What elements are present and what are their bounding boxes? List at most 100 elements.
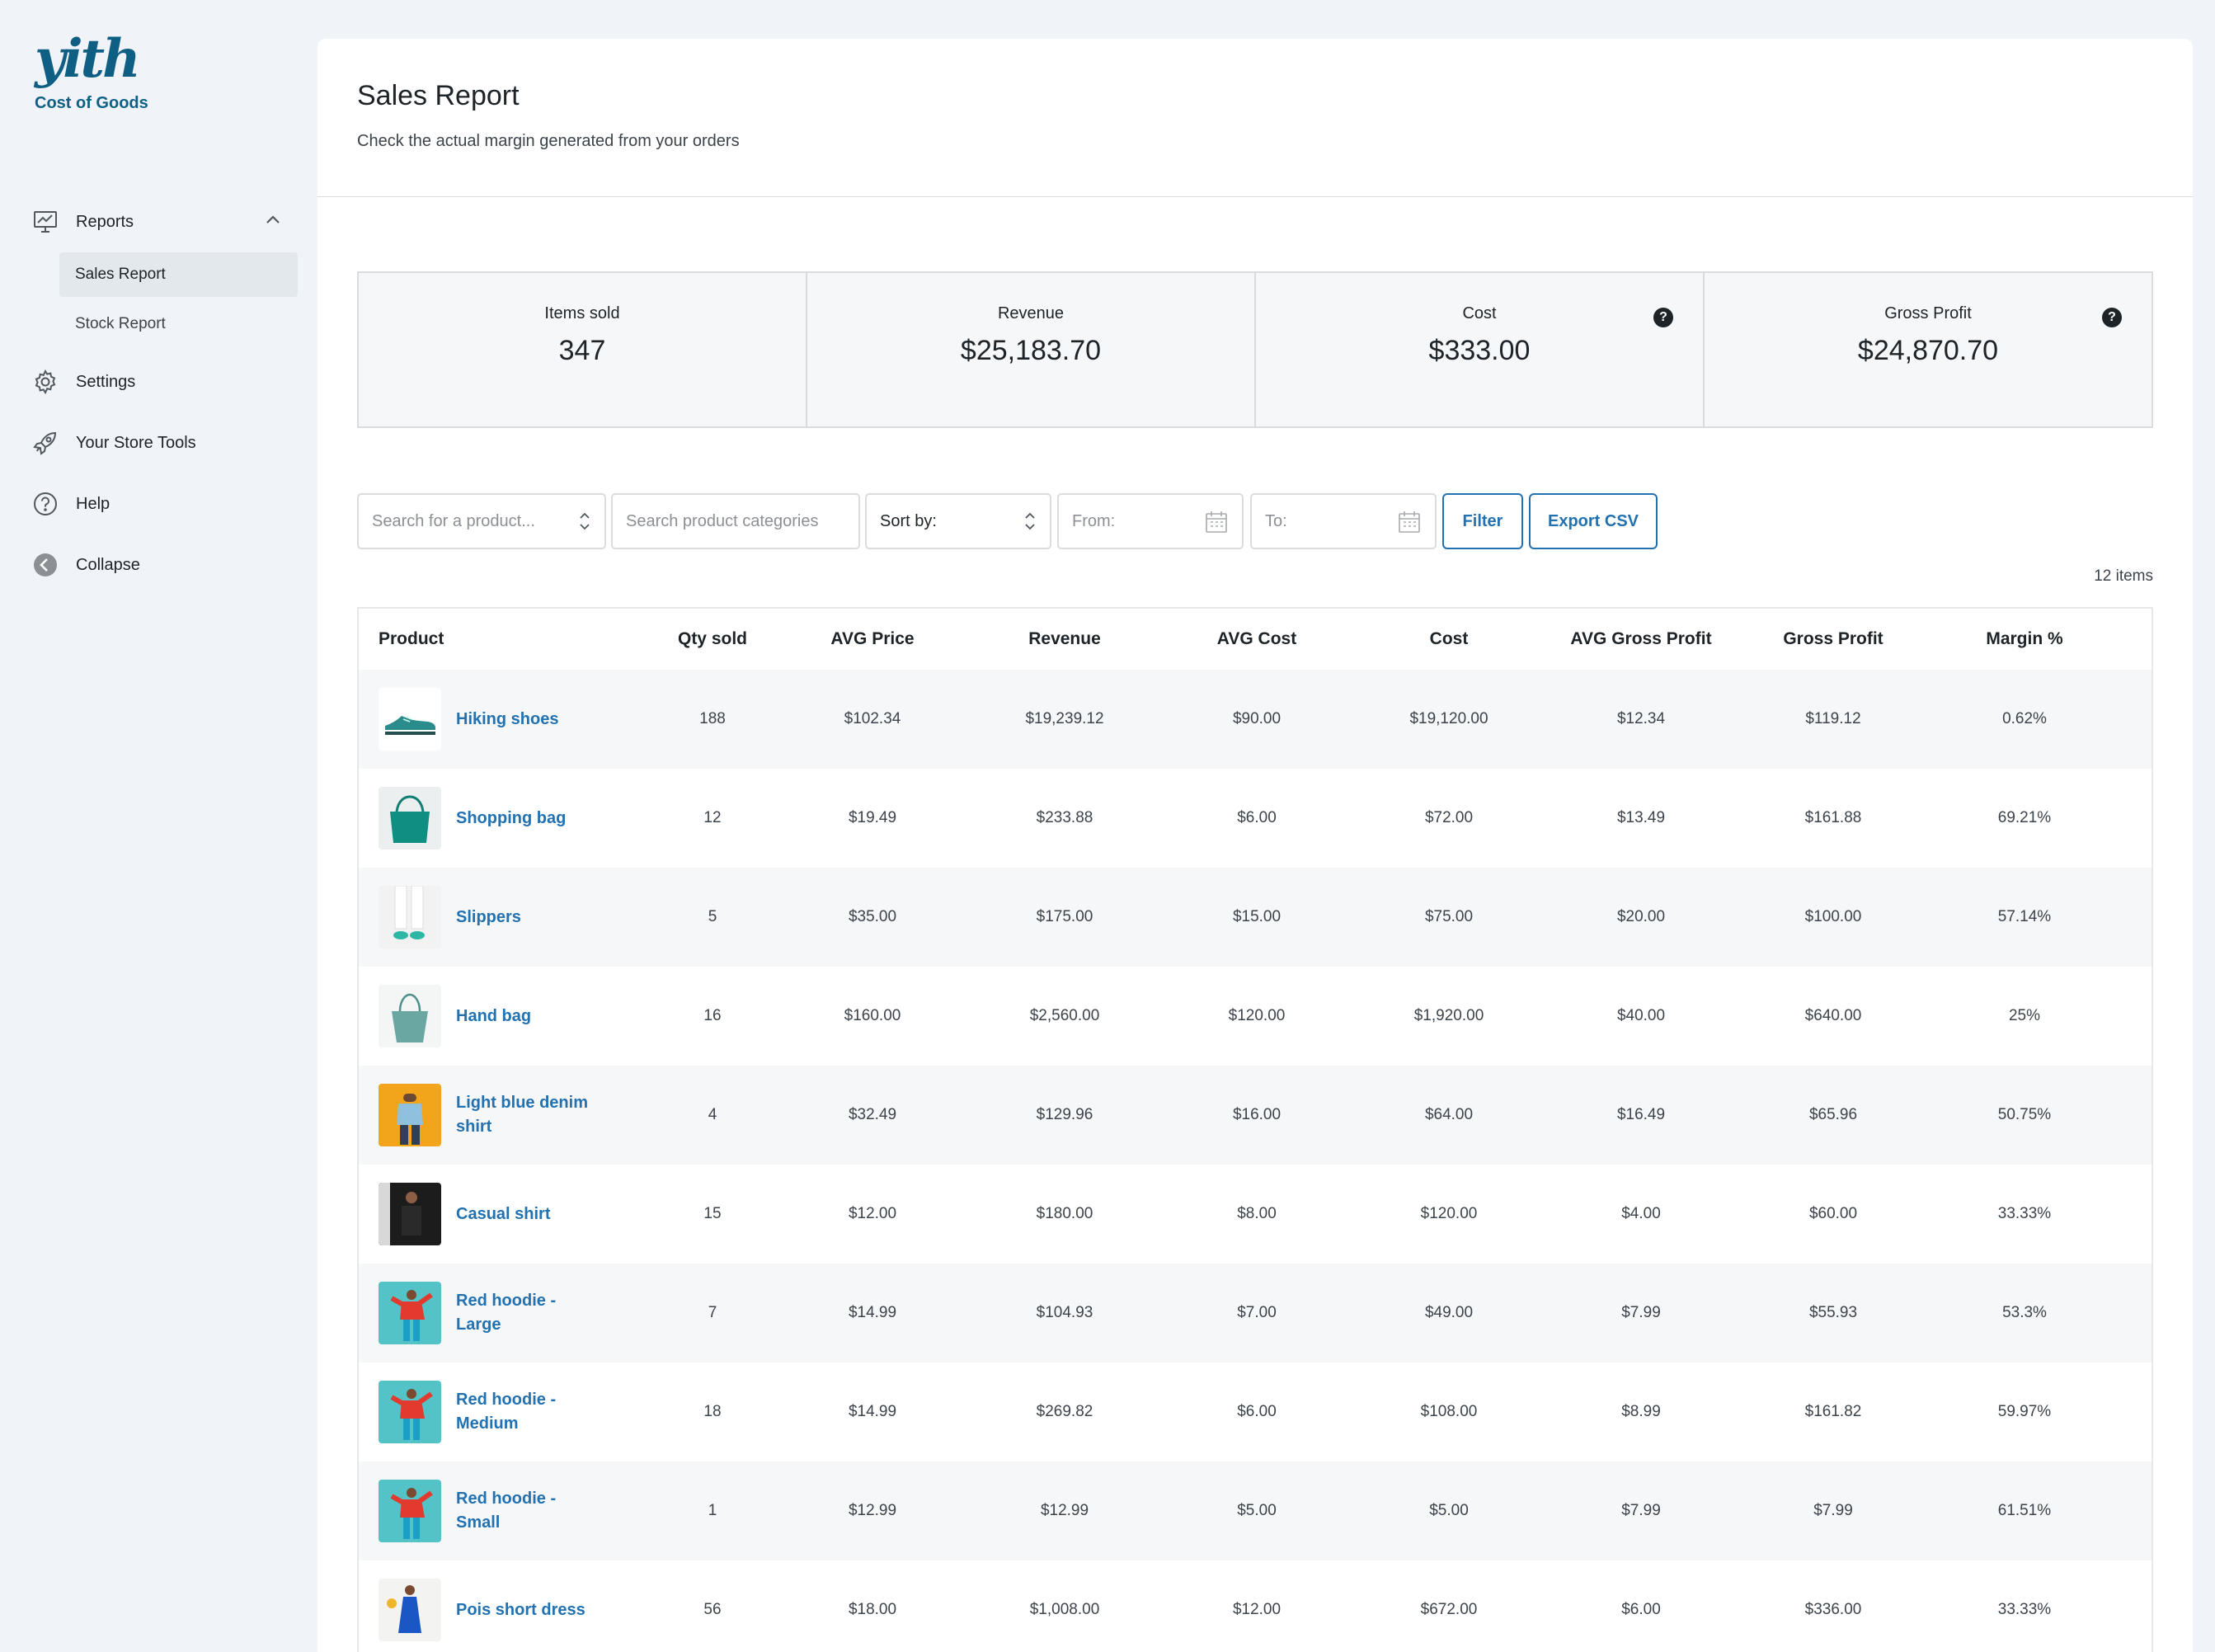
table-row: Red hoodie - Large 7 $14.99 $104.93 $7.00 $49… (359, 1264, 2152, 1363)
help-circle-icon (31, 490, 59, 518)
chevron-up-icon[interactable] (262, 209, 284, 236)
question-mark-icon[interactable]: ? (2102, 308, 2122, 327)
product-link[interactable]: Hand bag (456, 1005, 596, 1028)
product-thumbnail-denim[interactable] (379, 1084, 441, 1146)
category-search-input[interactable]: Search product categories (611, 493, 860, 549)
sidebar-item-collapse[interactable]: Collapse (0, 534, 317, 595)
column-header-avg-gross-profit[interactable]: AVG Gross Profit (1545, 629, 1738, 649)
cell-qty: 7 (708, 1304, 717, 1321)
cell-cost: $1,920.00 (1413, 1007, 1484, 1024)
product-thumbnail-shoe[interactable] (379, 688, 441, 751)
product-search-placeholder: Search for a product... (372, 511, 535, 530)
filter-button[interactable]: Filter (1442, 493, 1523, 549)
cell-gp: $119.12 (1805, 710, 1861, 727)
product-thumbnail-dress[interactable] (379, 1579, 441, 1641)
items-count: 12 items (2094, 567, 2153, 585)
product-link[interactable]: Casual shirt (456, 1203, 596, 1226)
column-header-margin[interactable]: Margin % (1929, 629, 2120, 649)
cell-cost: $19,120.00 (1409, 710, 1488, 727)
product-link[interactable]: Red hoodie - Small (456, 1487, 596, 1535)
cell-avg-cost: $16.00 (1232, 1106, 1282, 1123)
cell-gp: $161.82 (1804, 1403, 1862, 1420)
product-link[interactable]: Pois short dress (456, 1598, 596, 1622)
date-from-input[interactable]: From: (1057, 493, 1244, 549)
product-link[interactable]: Slippers (456, 906, 596, 930)
product-link[interactable]: Red hoodie - Large (456, 1289, 596, 1337)
column-header-avg-cost[interactable]: AVG Cost (1160, 629, 1353, 649)
cell-avg-gp: $12.34 (1616, 710, 1666, 727)
cell-gp: $60.00 (1808, 1205, 1858, 1222)
cell-avg-price: $19.49 (848, 809, 897, 826)
product-cell: Light blue denim shirt (359, 1084, 649, 1146)
sidebar-item-settings[interactable]: Settings (0, 351, 317, 412)
cell-avg-price: $102.34 (844, 710, 901, 727)
cell-margin: 59.97% (1997, 1403, 2052, 1420)
product-cell: Casual shirt (359, 1183, 649, 1245)
sidebar-item-help[interactable]: Help (0, 473, 317, 534)
product-thumbnail-hoodie[interactable] (379, 1480, 441, 1542)
product-cell: Hand bag (359, 985, 649, 1047)
column-header-qty-sold[interactable]: Qty sold (649, 629, 776, 649)
product-search-select[interactable]: Search for a product... (357, 493, 606, 549)
column-header-avg-price[interactable]: AVG Price (776, 629, 969, 649)
product-thumbnail-hoodie[interactable] (379, 1282, 441, 1344)
cell-avg-price: $35.00 (848, 908, 897, 925)
cell-avg-cost: $6.00 (1237, 809, 1277, 826)
sidebar: yith Cost of Goods Reports Sales Report … (0, 0, 317, 1652)
question-mark-icon[interactable]: ? (1653, 308, 1673, 327)
product-thumbnail-hoodie[interactable] (379, 1381, 441, 1443)
column-header-revenue[interactable]: Revenue (969, 629, 1160, 649)
product-thumbnail-handbag[interactable] (379, 985, 441, 1047)
product-thumbnail-bag-teal[interactable] (379, 787, 441, 850)
cell-avg-price: $12.99 (848, 1502, 897, 1519)
sort-by-select[interactable]: Sort by: (865, 493, 1051, 549)
column-header-cost[interactable]: Cost (1353, 629, 1545, 649)
sidebar-item-sales-report[interactable]: Sales Report (59, 252, 298, 297)
cell-avg-cost: $8.00 (1237, 1205, 1277, 1222)
product-link[interactable]: Red hoodie - Medium (456, 1388, 596, 1436)
cell-avg-price: $14.99 (848, 1403, 897, 1420)
calendar-icon[interactable] (1204, 510, 1229, 539)
sidebar-item-stock-report[interactable]: Stock Report (59, 302, 298, 346)
cell-margin: 33.33% (1997, 1601, 2052, 1618)
cell-avg-price: $160.00 (844, 1007, 901, 1024)
cell-qty: 4 (708, 1106, 717, 1123)
cell-avg-price: $18.00 (848, 1601, 897, 1618)
product-link[interactable]: Hiking shoes (456, 708, 596, 732)
export-csv-button[interactable]: Export CSV (1529, 493, 1658, 549)
product-link[interactable]: Light blue denim shirt (456, 1091, 596, 1139)
sidebar-item-store-tools[interactable]: Your Store Tools (0, 412, 317, 473)
cell-avg-gp: $40.00 (1616, 1007, 1666, 1024)
cell-cost: $108.00 (1420, 1403, 1478, 1420)
product-thumbnail-slippers[interactable] (379, 886, 441, 948)
product-cell: Red hoodie - Small (359, 1480, 649, 1542)
cell-cost: $120.00 (1420, 1205, 1478, 1222)
product-link[interactable]: Shopping bag (456, 807, 596, 831)
column-header-product[interactable]: Product (359, 629, 649, 649)
summary-stats: Items sold 347 Revenue $25,183.70 Cost $… (357, 271, 2153, 428)
cell-avg-cost: $120.00 (1228, 1007, 1286, 1024)
cell-gp: $7.99 (1813, 1502, 1853, 1519)
brand-logo[interactable]: yith Cost of Goods (35, 33, 148, 113)
cell-avg-gp: $16.49 (1616, 1106, 1666, 1123)
column-header-gross-profit[interactable]: Gross Profit (1738, 629, 1929, 649)
product-cell: Red hoodie - Large (359, 1282, 649, 1344)
table-row: Hand bag 16 $160.00 $2,560.00 $120.00 $1,920.… (359, 967, 2152, 1066)
table-header-row: Product Qty sold AVG Price Revenue AVG C… (359, 609, 2152, 670)
cell-cost: $75.00 (1424, 908, 1474, 925)
calendar-icon[interactable] (1397, 510, 1422, 539)
product-thumbnail-casual[interactable] (379, 1183, 441, 1245)
cell-revenue: $1,008.00 (1029, 1601, 1100, 1618)
product-cell: Shopping bag (359, 787, 649, 850)
sort-by-label: Sort by: (880, 511, 937, 530)
main-panel: Sales Report Check the actual margin gen… (317, 39, 2193, 1652)
cell-cost: $49.00 (1424, 1304, 1474, 1321)
cell-avg-price: $14.99 (848, 1304, 897, 1321)
cell-margin: 50.75% (1997, 1106, 2052, 1123)
sidebar-item-label: Help (76, 494, 111, 513)
sidebar-item-reports[interactable]: Reports (0, 191, 317, 252)
cell-qty: 12 (703, 809, 722, 826)
updown-chevron-icon (1023, 510, 1037, 538)
date-to-input[interactable]: To: (1250, 493, 1437, 549)
table-row: Light blue denim shirt 4 $32.49 $129.96 $16.… (359, 1066, 2152, 1165)
